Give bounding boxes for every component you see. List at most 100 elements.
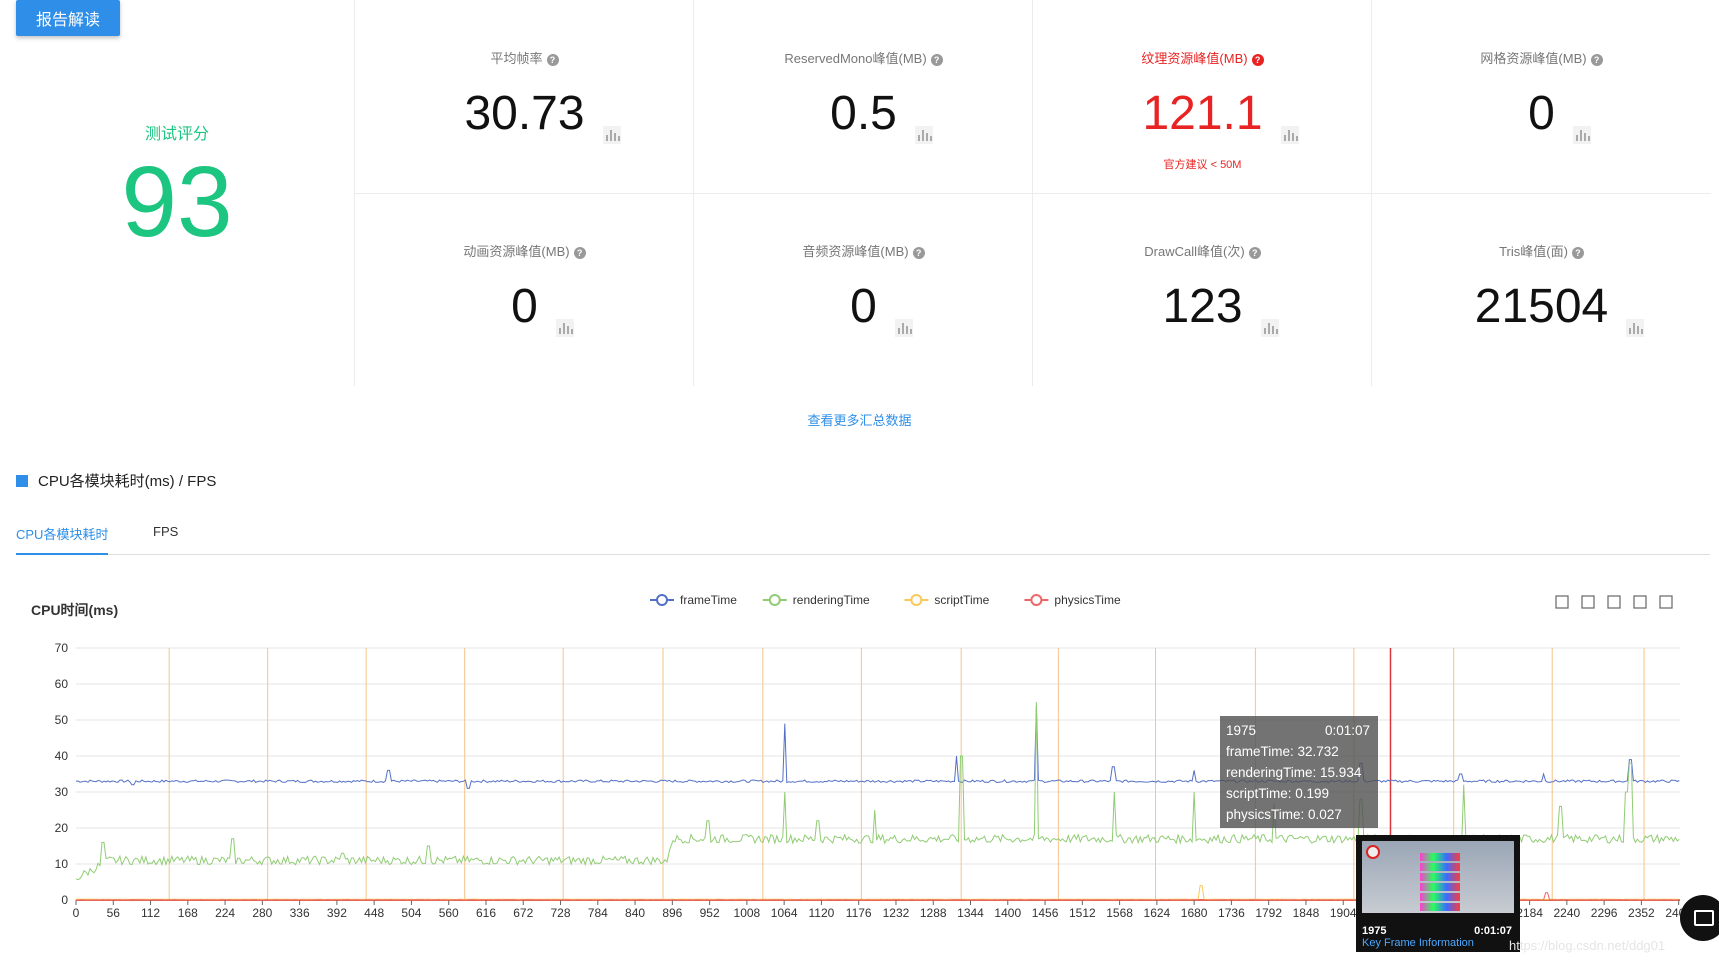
help-icon[interactable]: ? (1251, 53, 1264, 66)
x-tick-label: 1680 (1181, 906, 1208, 920)
tab-cpu-modules[interactable]: CPU各模块耗时 (16, 524, 109, 555)
metric-value: 0 (511, 280, 538, 333)
x-tick-label: 2240 (1554, 906, 1581, 920)
metrics-grid: 平均帧率? 30.73 ReservedMono峰值(MB)? 0.5 纹理资源峰值(M… (354, 0, 1711, 386)
metric-note: 官方建议 < 50M (1163, 159, 1242, 171)
x-tick-label: 1456 (1032, 906, 1059, 920)
bar-chart-icon[interactable] (1280, 126, 1299, 144)
metric-value-row: 0 (1372, 84, 1711, 144)
bar-chart-icon[interactable] (1572, 126, 1591, 144)
metric-value-wrap: 123 (1162, 277, 1279, 337)
series-line-frameTime (75, 705, 1680, 789)
help-icon[interactable]: ? (573, 246, 586, 259)
help-icon[interactable]: ? (912, 246, 925, 259)
x-tick-label: 336 (290, 906, 310, 920)
metric-value-wrap: 0 (511, 277, 574, 337)
x-tick-label: 1120 (809, 906, 835, 920)
tooltip-time: 0:01:07 (1324, 723, 1370, 738)
more-summary-link[interactable]: 查看更多汇总数据 (0, 410, 1719, 429)
help-icon[interactable]: ? (546, 53, 559, 66)
x-tick-label: 1344 (957, 906, 984, 920)
x-tick-label: 1792 (1255, 906, 1282, 920)
metric-card: 音频资源峰值(MB)? 0 (693, 193, 1033, 386)
bar-chart-icon[interactable] (1260, 319, 1279, 337)
y-tick-label: 20 (55, 821, 69, 835)
legend-marker-physicsTime (1030, 594, 1043, 606)
section-title-text: CPU各模块耗时(ms) / FPS (38, 473, 217, 490)
metric-card: 纹理资源峰值(MB)? 121.1 官方建议 < 50M (1032, 0, 1372, 194)
metric-value-wrap: 0 (850, 277, 913, 337)
tooltip-frame-time: frameTime: 32.732 (1226, 744, 1339, 759)
y-tick-label: 50 (55, 713, 69, 727)
help-icon[interactable]: ? (930, 53, 943, 66)
metric-card: ReservedMono峰值(MB)? 0.5 (693, 0, 1033, 194)
metric-label-text: Tris峰值(面) (1499, 244, 1568, 259)
legend-label-renderingTime: renderingTime (793, 593, 870, 607)
x-tick-label: 1624 (1144, 906, 1171, 920)
x-tick-label: 112 (141, 906, 160, 920)
x-tick-label: 2184 (1516, 906, 1543, 920)
key-frame-info-link[interactable]: Key Frame Information (1362, 937, 1474, 949)
tooltip-physics-time: physicsTime: 0.027 (1226, 807, 1342, 822)
chat-button[interactable] (1680, 895, 1719, 941)
reset-icon[interactable] (1607, 595, 1621, 609)
expand-icon[interactable] (1659, 595, 1673, 609)
refresh-icon[interactable] (1633, 595, 1647, 609)
metric-label: Tris峰值(面)? (1372, 241, 1711, 260)
legend-marker-frameTime (656, 594, 668, 606)
x-tick-label: 728 (551, 906, 571, 920)
bar-chart-icon[interactable] (602, 126, 621, 144)
key-frame-preview[interactable]: 1975 0:01:07 Key Frame Information (1356, 835, 1520, 952)
metric-value: 30.73 (464, 87, 585, 140)
y-tick-label: 0 (61, 893, 68, 907)
metric-value-row: 30.73 (355, 84, 694, 144)
report-interpret-button[interactable]: 报告解读 (16, 0, 120, 36)
x-tick-label: 0 (73, 906, 80, 920)
metric-label: 平均帧率? (355, 48, 694, 67)
help-icon[interactable]: ? (1590, 53, 1603, 66)
x-tick-label: 504 (401, 906, 421, 920)
legend-marker-scriptTime (910, 594, 923, 606)
bar-chart-icon[interactable] (894, 319, 913, 337)
tab-fps[interactable]: FPS (153, 524, 178, 553)
key-frame-number: 1975 (1362, 925, 1387, 937)
metric-label-text: 动画资源峰值(MB) (463, 244, 570, 259)
help-icon[interactable]: ? (1571, 246, 1584, 259)
tooltip-script-time: scriptTime: 0.199 (1226, 786, 1330, 801)
x-tick-label: 56 (107, 906, 121, 920)
section-title: CPU各模块耗时(ms) / FPS (16, 470, 216, 491)
bar-chart-icon[interactable] (555, 319, 574, 337)
test-score-panel: 测试评分 93 (0, 40, 354, 385)
x-tick-label: 952 (700, 906, 720, 920)
metric-label-text: 平均帧率 (490, 51, 543, 66)
score-label: 测试评分 (144, 126, 209, 143)
y-tick-label: 30 (55, 785, 69, 799)
zoom-icon[interactable] (1555, 595, 1569, 609)
x-tick-label: 784 (588, 906, 608, 920)
y-tick-label: 40 (55, 749, 69, 763)
metric-label-text: 纹理资源峰值(MB) (1141, 51, 1248, 66)
bar-chart-icon[interactable] (1626, 319, 1645, 337)
metric-value: 0 (850, 280, 877, 333)
legend-label-physicsTime: physicsTime (1054, 593, 1121, 607)
metric-value-row: 123 (1033, 277, 1372, 337)
x-tick-label: 1064 (771, 906, 798, 920)
x-tick-label: 896 (662, 906, 682, 920)
watermark: https://blog.csdn.net/ddg01 (1509, 938, 1666, 953)
help-icon[interactable]: ? (1248, 246, 1261, 259)
x-tick-label: 1008 (734, 906, 761, 920)
metric-value-row: 0 (355, 277, 694, 337)
x-tick-label: 392 (327, 906, 347, 920)
metric-value-row: 0.5 (694, 84, 1033, 144)
metric-value: 0.5 (830, 87, 897, 140)
metric-value-row: 121.1 (1033, 84, 1372, 144)
y-axis-title: CPU时间(ms) (31, 602, 118, 618)
metric-value: 0 (1528, 87, 1555, 140)
scene-preview (1420, 853, 1460, 911)
metric-label: 网格资源峰值(MB)? (1372, 48, 1711, 67)
bar-chart-icon[interactable] (914, 126, 933, 144)
metric-label-text: 网格资源峰值(MB) (1480, 51, 1587, 66)
metric-value: 123 (1162, 280, 1243, 333)
metric-card: DrawCall峰值(次)? 123 (1032, 193, 1372, 386)
crop-icon[interactable] (1581, 595, 1595, 609)
